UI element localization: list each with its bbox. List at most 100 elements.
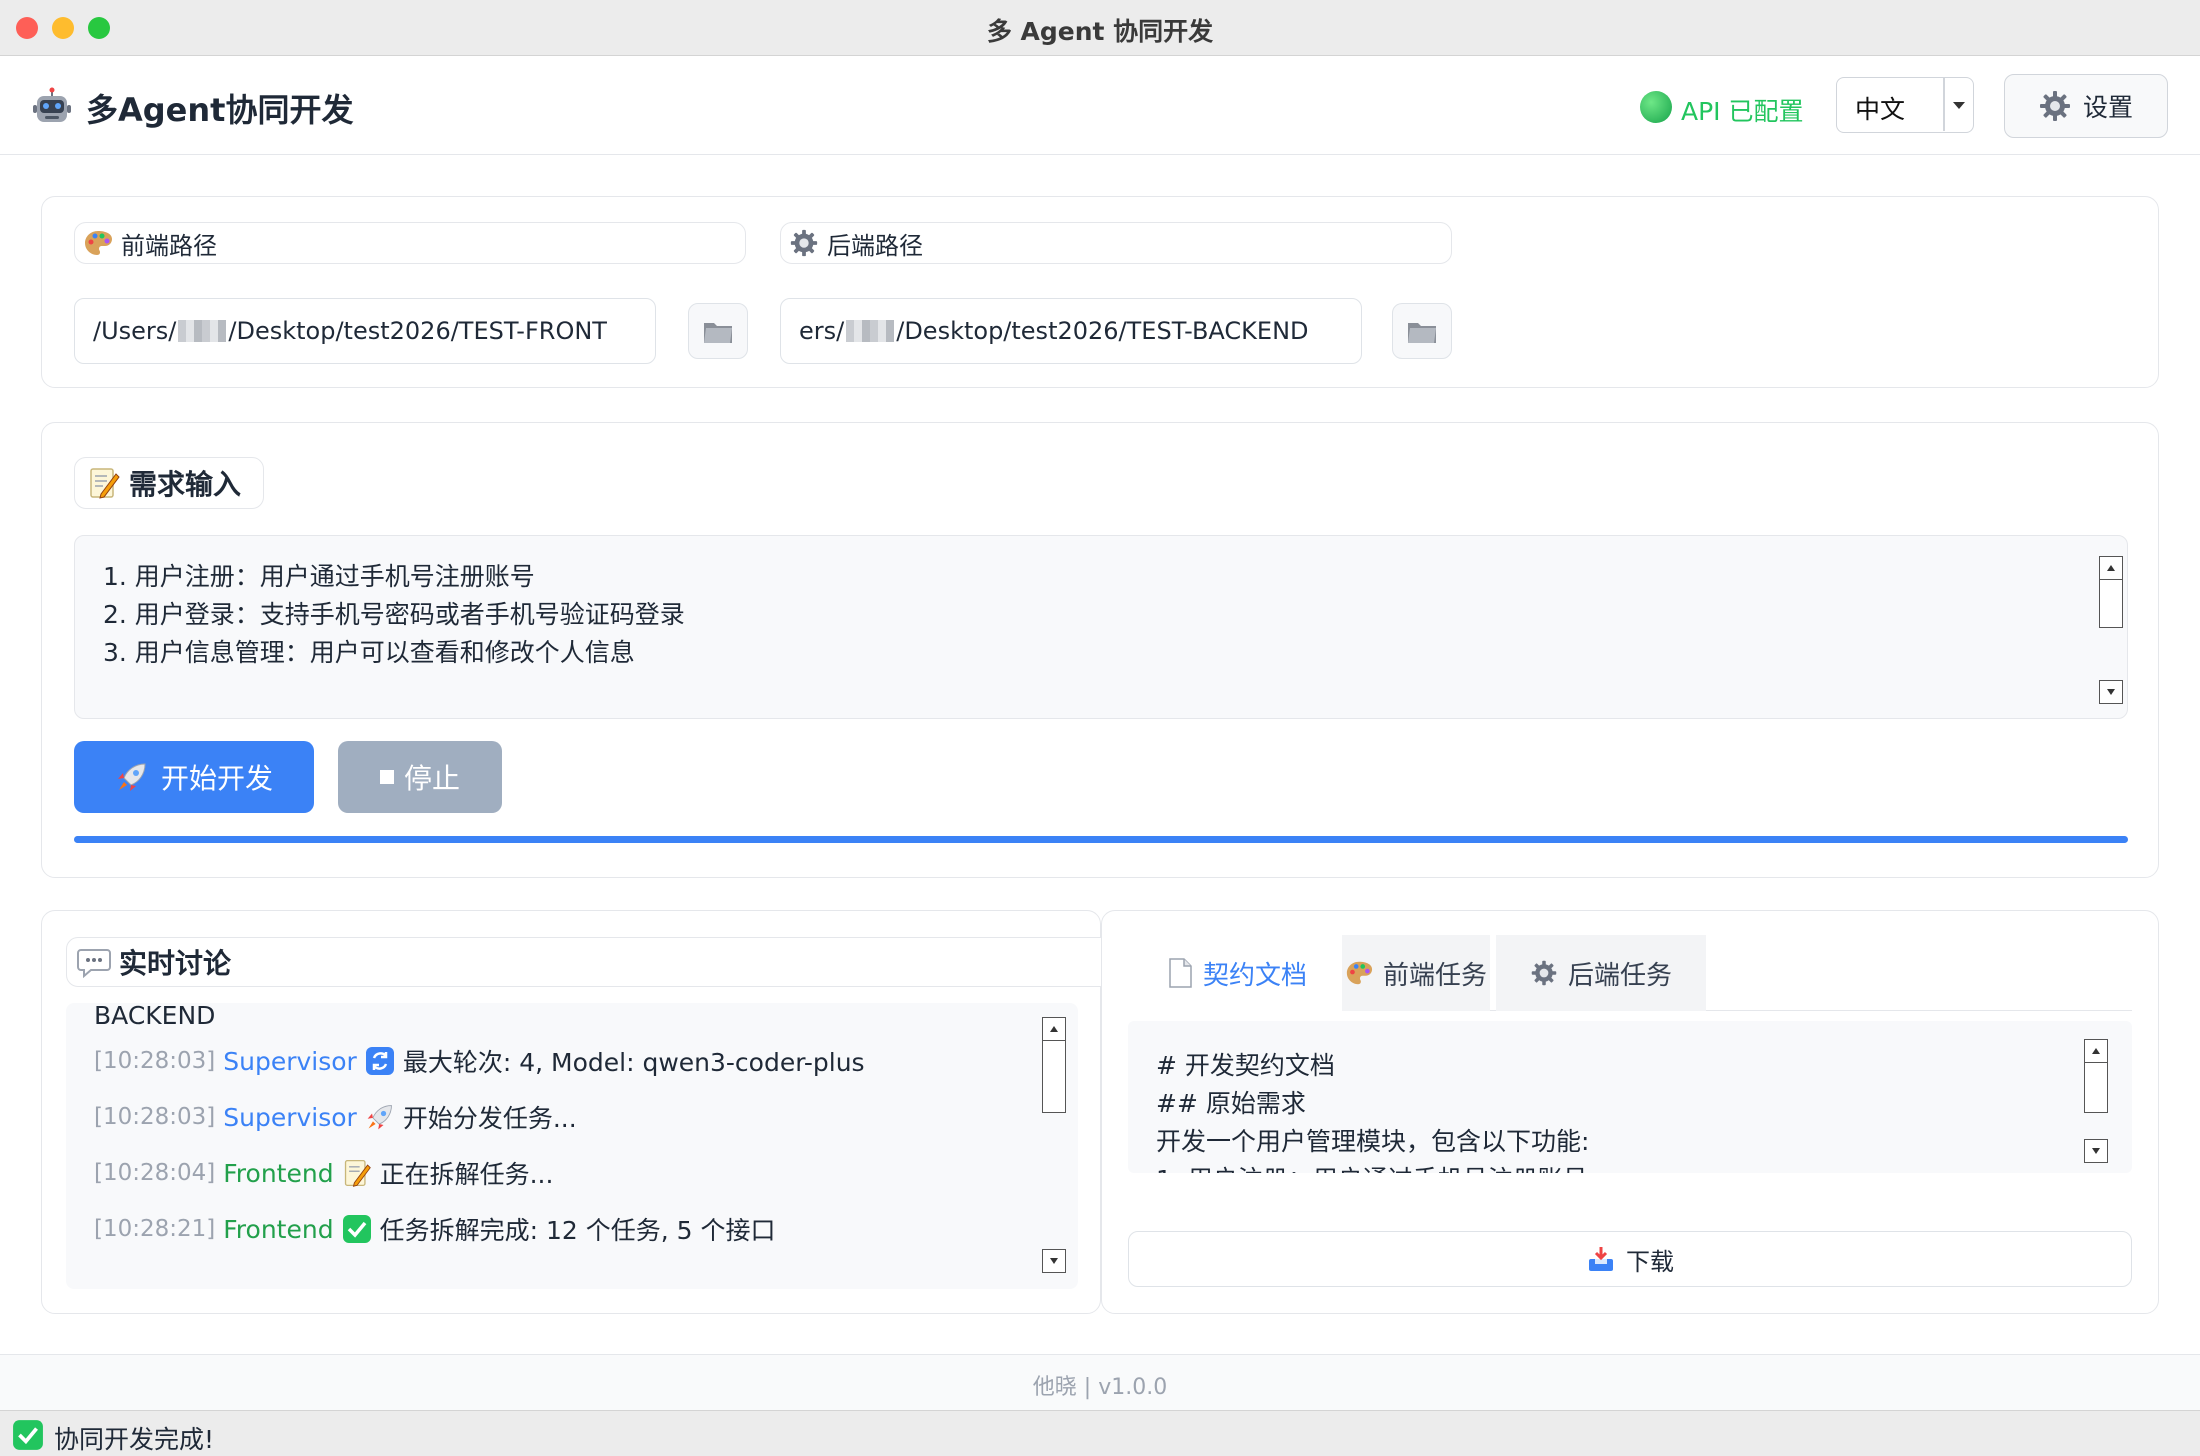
app-header: 多Agent协同开发 API 已配置 中文 设置 xyxy=(0,57,2200,155)
backend-path-label: 后端路径 xyxy=(780,222,1452,264)
doc-line: 开发一个用户管理模块，包含以下功能: xyxy=(1156,1127,1590,1156)
frontend-browse-button[interactable] xyxy=(688,303,748,359)
tab-label: 契约文档 xyxy=(1202,960,1307,991)
scroll-up-icon[interactable] xyxy=(1042,1017,1066,1041)
start-development-button[interactable]: 开始开发 xyxy=(74,741,314,813)
progress-fill xyxy=(74,836,2128,843)
message-agent: Frontend xyxy=(223,1214,334,1244)
message-agent: Supervisor xyxy=(223,1102,357,1132)
log-message: [10:28:21] Frontend 任务拆解完成: 12 个任务, 5 个接… xyxy=(94,1211,775,1247)
discussion-title-text: 实时讨论 xyxy=(119,947,232,980)
log-message: [10:28:03] Supervisor 最大轮次: 4, Model: qw… xyxy=(94,1043,865,1079)
tab-frontend-tasks[interactable]: 前端任务 xyxy=(1342,935,1490,1011)
scroll-down-icon[interactable] xyxy=(1042,1249,1066,1273)
backend-path-input[interactable]: ers/ /Desktop/test2026/TEST-BACKEND xyxy=(780,298,1362,364)
app-title: 多Agent协同开发 xyxy=(86,91,354,129)
palette-icon xyxy=(1346,961,1373,985)
refresh-icon xyxy=(365,1047,394,1075)
rocket-icon xyxy=(117,763,146,791)
stop-icon xyxy=(379,770,394,784)
redacted-username xyxy=(846,320,895,342)
scroll-down-icon[interactable] xyxy=(2084,1139,2108,1163)
frontend-path-label: 前端路径 xyxy=(74,222,746,264)
log-partial-line: BACKEND xyxy=(94,1003,216,1030)
language-select[interactable]: 中文 xyxy=(1836,77,1974,133)
tab-contract-doc[interactable]: 契约文档 xyxy=(1132,935,1342,1011)
message-time: [10:28:04] xyxy=(94,1160,216,1186)
scroll-down-icon[interactable] xyxy=(2099,680,2123,704)
frontend-path-suffix: /Desktop/test2026/TEST-FRONT xyxy=(228,317,607,345)
requirements-textarea[interactable]: 1. 用户注册：用户通过手机号注册账号 2. 用户登录：支持手机号密码或者手机号… xyxy=(74,535,2128,719)
download-label: 下载 xyxy=(1626,1247,1674,1276)
message-time: [10:28:21] xyxy=(94,1216,216,1242)
chevron-down-icon xyxy=(1953,102,1965,109)
app-footer: 他晓 | v1.0.0 xyxy=(0,1354,2200,1410)
log-message: [10:28:03] Supervisor 开始分发任务... xyxy=(94,1099,577,1135)
gear-icon xyxy=(2039,91,2070,121)
scroll-up-icon[interactable] xyxy=(2099,556,2123,580)
frontend-path-prefix: /Users/ xyxy=(93,317,177,345)
requirements-title: 需求输入 xyxy=(74,457,264,509)
requirements-scrollbar[interactable] xyxy=(2099,556,2123,704)
scroll-thumb[interactable] xyxy=(1042,1041,1066,1113)
window-titlebar: 多 Agent 协同开发 xyxy=(0,0,2200,56)
requirements-title-text: 需求输入 xyxy=(129,468,242,501)
stop-label: 停止 xyxy=(403,762,460,795)
robot-icon xyxy=(32,87,72,127)
tab-backend-tasks[interactable]: 后端任务 xyxy=(1496,935,1706,1011)
backend-browse-button[interactable] xyxy=(1392,303,1452,359)
gear-icon xyxy=(1531,960,1557,986)
footer-credit: 他晓 | v1.0.0 xyxy=(1032,1375,1168,1400)
doc-line: ## 原始需求 xyxy=(1156,1089,1306,1118)
document-icon xyxy=(1169,958,1192,988)
rocket-icon xyxy=(367,1105,392,1130)
folder-icon xyxy=(704,323,732,343)
settings-button[interactable]: 设置 xyxy=(2004,74,2168,138)
tab-label: 前端任务 xyxy=(1382,960,1487,991)
settings-label: 设置 xyxy=(2082,93,2133,122)
requirement-line: 2. 用户登录：支持手机号密码或者手机号验证码登录 xyxy=(103,600,685,629)
gear-icon xyxy=(790,229,818,257)
scroll-thumb[interactable] xyxy=(2084,1063,2108,1113)
message-time: [10:28:03] xyxy=(94,1104,216,1130)
palette-icon xyxy=(85,231,112,255)
frontend-path-input[interactable]: /Users/ /Desktop/test2026/TEST-FRONT xyxy=(74,298,656,364)
progress-track xyxy=(74,836,2128,843)
message-time: [10:28:03] xyxy=(94,1048,216,1074)
status-bar: 协同开发完成! xyxy=(0,1410,2200,1456)
docs-tabbar: 契约文档 前端任务 后端任务 xyxy=(1132,935,2132,1011)
doc-scrollbar[interactable] xyxy=(2084,1039,2108,1163)
contract-doc-text: # 开发契约文档 ## 原始需求 开发一个用户管理模块，包含以下功能: 1. 用… xyxy=(1156,1047,1589,1173)
requirement-line: 3. 用户信息管理：用户可以查看和修改个人信息 xyxy=(103,638,635,667)
backend-path-suffix: /Desktop/test2026/TEST-BACKEND xyxy=(896,317,1309,345)
check-icon xyxy=(342,1215,371,1243)
memo-icon xyxy=(344,1159,371,1187)
status-text: 协同开发完成! xyxy=(54,1425,215,1454)
stop-button[interactable]: 停止 xyxy=(338,741,502,813)
backend-path-prefix: ers/ xyxy=(799,317,845,345)
scroll-up-icon[interactable] xyxy=(2084,1039,2108,1063)
message-text: 开始分发任务... xyxy=(402,1104,577,1133)
folder-icon xyxy=(1408,323,1436,343)
requirements-text: 1. 用户注册：用户通过手机号注册账号 2. 用户登录：支持手机号密码或者手机号… xyxy=(103,558,685,672)
requirement-line: 1. 用户注册：用户通过手机号注册账号 xyxy=(103,562,535,591)
check-icon xyxy=(13,1420,43,1450)
requirements-card: 需求输入 1. 用户注册：用户通过手机号注册账号 2. 用户登录：支持手机号密码… xyxy=(41,422,2159,878)
message-agent: Supervisor xyxy=(223,1046,357,1076)
message-text: 任务拆解完成: 12 个任务, 5 个接口 xyxy=(379,1216,776,1245)
message-text: 最大轮次: 4, Model: qwen3-coder-plus xyxy=(402,1048,865,1077)
backend-path-label-text: 后端路径 xyxy=(827,231,923,260)
inbox-download-icon xyxy=(1589,1247,1613,1271)
message-agent: Frontend xyxy=(223,1158,334,1188)
window-title: 多 Agent 协同开发 xyxy=(986,17,1214,46)
contract-doc-viewer[interactable]: # 开发契约文档 ## 原始需求 开发一个用户管理模块，包含以下功能: 1. 用… xyxy=(1128,1021,2132,1173)
docs-card: 契约文档 前端任务 后端任务 # 开发契约文档 ## 原始需求 开发一个用户管理… xyxy=(1101,910,2159,1314)
download-button[interactable]: 下载 xyxy=(1128,1231,2132,1287)
discussion-scrollbar[interactable] xyxy=(1042,1017,1066,1273)
doc-line: # 开发契约文档 xyxy=(1156,1051,1335,1080)
discussion-title: 实时讨论 xyxy=(66,937,1116,987)
scroll-thumb[interactable] xyxy=(2099,580,2123,628)
api-status-text: API 已配置 xyxy=(1681,97,1804,126)
memo-icon xyxy=(90,468,120,499)
discussion-log[interactable]: BACKEND [10:28:03] Supervisor 最大轮次: 4, M… xyxy=(66,1003,1078,1289)
